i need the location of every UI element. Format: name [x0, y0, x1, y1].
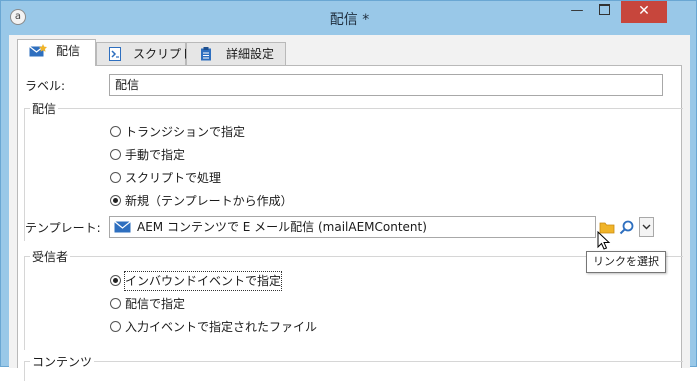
radio-label: インバウンドイベントで指定	[123, 271, 283, 291]
radio-label: トランジションで指定	[125, 125, 246, 139]
tab-panel: ラベル: 配信 配信 トランジションで指定 手動で指定 スクリプトで処理 新規（…	[17, 65, 683, 381]
envelope-icon	[114, 221, 131, 233]
app-window: a 配信 * — ✕ 配信 スクリプト 詳細設定 ラベル: 配信 配信 トランジ…	[0, 0, 697, 381]
radio-button[interactable]	[110, 149, 121, 160]
radio-label: スクリプトで処理	[125, 171, 222, 185]
radio-button[interactable]	[110, 172, 121, 183]
recipients-group-title: 受信者	[30, 248, 71, 265]
tab-advanced[interactable]: 詳細設定	[186, 42, 286, 66]
template-field[interactable]: AEM コンテンツで E メール配信 (mailAEMContent)	[109, 216, 596, 238]
label-input[interactable]: 配信	[109, 74, 663, 96]
chevron-down-icon	[642, 224, 651, 230]
radio-button[interactable]	[110, 321, 121, 332]
label-caption: ラベル:	[25, 79, 66, 93]
minimize-button[interactable]: —	[564, 1, 590, 23]
title-bar[interactable]: a 配信 * — ✕	[1, 1, 697, 35]
script-icon	[109, 47, 121, 61]
radio-button[interactable]	[110, 195, 121, 206]
content-group-title: コンテンツ	[30, 353, 95, 370]
radio-button[interactable]	[110, 126, 121, 137]
radio-label: 入力イベントで指定されたファイル	[125, 320, 318, 334]
radio-button[interactable]	[110, 298, 121, 309]
radio-label: 配信で指定	[125, 297, 186, 311]
maximize-button[interactable]	[591, 1, 617, 23]
recipients-group: 受信者	[24, 248, 683, 350]
dialog-body: 配信 スクリプト 詳細設定 ラベル: 配信 配信 トランジションで指定 手動で指…	[9, 35, 690, 381]
radio-label: 手動で指定	[125, 148, 186, 162]
content-group: コンテンツ	[24, 353, 683, 381]
dropdown-button[interactable]	[639, 217, 654, 237]
template-caption: テンプレート:	[25, 221, 101, 235]
mouse-cursor-icon	[597, 231, 611, 250]
tab-delivery[interactable]: 配信	[17, 39, 96, 66]
radio-label: 新規（テンプレートから作成）	[125, 194, 293, 208]
clipboard-icon	[201, 47, 211, 61]
envelope-icon	[29, 44, 47, 57]
radio-button[interactable]	[110, 275, 121, 286]
close-button[interactable]: ✕	[621, 1, 667, 23]
tab-delivery-label: 配信	[56, 44, 81, 58]
tab-script-label: スクリプト	[133, 47, 194, 61]
tooltip: リンクを選択	[586, 251, 666, 273]
tab-script[interactable]: スクリプト	[96, 42, 193, 66]
tab-advanced-label: 詳細設定	[226, 47, 275, 61]
delivery-group-title: 配信	[30, 100, 59, 117]
search-icon[interactable]	[618, 216, 636, 238]
template-value: AEM コンテンツで E メール配信 (mailAEMContent)	[137, 220, 427, 234]
maximize-icon	[598, 4, 610, 15]
